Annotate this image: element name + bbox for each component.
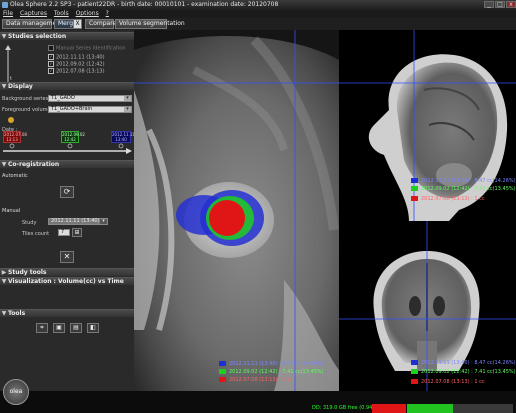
legend-main-item-3: 2012.07.08 (13:13) : 1 cc [219,377,293,383]
merge-close-button[interactable]: X [73,19,82,29]
green-swatch-icon [219,369,226,374]
foreground-volume-select[interactable]: T1_GADO+Brain ▾ [48,106,132,113]
close-button[interactable]: x [506,1,516,8]
crop-icon: ⌗ [40,324,44,331]
coronal-viewer[interactable]: 2012.11.11 (13:40) : 8.47 cc(14.26%) 201… [339,221,516,391]
green-swatch-icon [411,186,418,191]
maximize-button[interactable]: □ [495,1,505,8]
volume-segmentation-tab[interactable]: Volume segmentation [115,19,185,29]
tools-header[interactable]: ▼ Tools [0,309,134,317]
app-icon [2,2,8,8]
red-swatch-icon [411,379,418,384]
study-label: Study [22,220,37,226]
window-title: Olea Sphere 2.2 SP3 - patient22DR - birt… [10,1,279,8]
chevron-down-icon: ▾ [100,219,107,224]
status-bar: olea DD: 319.0 GB free (0.94 %) [0,379,516,413]
compare-tab[interactable]: Compare [85,19,116,29]
tiles-count-label: Tiles count [22,231,50,237]
chevron-down-icon: ▾ [124,96,131,101]
export-icon: ◧ [90,324,96,331]
minimize-button[interactable]: _ [484,1,494,8]
menu-captures[interactable]: Captures [20,10,47,18]
legend-bottom-item-1: 2012.11.11 (13:40) : 8.47 cc(14.26%) [411,360,516,366]
blue-swatch-icon [219,361,226,366]
red-swatch-icon [219,377,226,382]
studies-selection-header[interactable]: ▼ Studies selection [0,32,134,40]
timeline-arrow-icon [3,143,132,154]
time-axis-icon: t [5,45,12,82]
left-panel: ▼ Studies selection t Manual Series Ident… [0,30,134,391]
status-indicator-red [372,404,406,413]
olea-logo-icon: olea [3,379,29,405]
refresh-icon: ⟳ [63,187,71,196]
tool-layout-button[interactable]: ▣ [53,323,65,333]
background-series-select[interactable]: T1_GADO ▾ [48,95,132,102]
background-series-label: Background series [2,96,49,102]
legend-bottom-item-3: 2012.07.08 (13:13) : 1 cc [411,379,485,385]
study-checkbox-3[interactable]: ✓ 2012.07.08 (13:13) [48,68,105,75]
study-checkbox-2[interactable]: ✓ 2012.09.02 (12:42) [48,61,105,68]
sagittal-viewer[interactable]: 2012.11.11 (13:40) : 8.47 cc(14.26%) 201… [339,30,516,221]
legend-top-item-3: 2012.07.08 (13:13) : 1 cc [411,196,485,202]
auto-coregister-button[interactable]: ⟳ [60,186,74,198]
manual-label: Manual [2,208,21,214]
date-marker-3[interactable]: 2012.11.11 13:40 [111,131,134,143]
chevron-down-icon: ▾ [124,107,131,112]
tool-capture-button[interactable]: ▤ [70,323,82,333]
coregistration-header[interactable]: ▼ Co-registration [0,160,134,168]
menu-tools[interactable]: Tools [54,10,69,18]
legend-main-item-1: 2012.11.11 (13:40) : 8.47 cc(14.26%) [219,361,324,367]
legend-top-item-1: 2012.11.11 (13:40) : 8.47 cc(14.26%) [411,178,516,184]
menu-file[interactable]: File [3,10,13,18]
collapse-arrow-icon: ▼ [1,33,7,40]
layout-icon: ▣ [56,324,62,331]
status-indicator-gray [453,404,513,413]
display-header[interactable]: ▼ Display [0,82,134,90]
date-marker-2[interactable]: 2012.09.02 12:42 [61,131,85,143]
close-icon: ✕ [63,252,71,261]
sagittal-image [339,30,516,221]
menu-options[interactable]: Options [76,10,99,18]
red-swatch-icon [411,196,418,201]
data-management-tab[interactable]: Data management [2,19,62,29]
study-select[interactable]: 2012.11.11 (13:40) ▾ [48,218,108,225]
foreground-volume-label: Foreground volume [2,107,51,113]
automatic-label: Automatic [2,173,28,179]
study-checkbox-1[interactable]: ✓ 2012.11.11 (13:40) [48,54,105,61]
manual-identification-checkbox[interactable]: Manual Series Identification [48,45,126,52]
expand-arrow-icon: ▶ [1,269,7,276]
app-window: Olea Sphere 2.2 SP3 - patient22DR - birt… [0,0,516,413]
status-indicator-green [407,404,453,413]
apply-tiles-button[interactable]: ⊞ [72,228,82,237]
collapse-arrow-icon: ▼ [1,161,7,168]
collapse-arrow-icon: ▼ [1,310,7,317]
legend-main-item-2: 2012.09.02 (12:42) : 7.41 cc(13.45%) [219,369,324,375]
collapse-arrow-icon: ▼ [1,278,7,285]
legend-bottom-item-2: 2012.09.02 (12:42) : 7.41 cc(13.45%) [411,369,516,375]
opacity-slider-handle[interactable] [8,117,14,123]
tiles-count-field[interactable]: 7 [58,229,70,236]
tool-crop-button[interactable]: ⌗ [36,323,48,333]
reset-coregistration-button[interactable]: ✕ [60,251,74,263]
axial-image [134,30,339,391]
menu-help[interactable]: ? [106,10,109,18]
title-bar: Olea Sphere 2.2 SP3 - patient22DR - birt… [0,0,516,10]
legend-top-item-2: 2012.09.02 (12:42) : 7.41 cc(13.45%) [411,186,516,192]
blue-swatch-icon [411,360,418,365]
capture-icon: ▤ [73,324,79,331]
blue-swatch-icon [411,178,418,183]
tool-export-button[interactable]: ◧ [87,323,99,333]
grid-icon: ⊞ [74,229,80,236]
disk-space-status: DD: 319.0 GB free (0.94 %) [312,405,381,411]
axial-viewer[interactable]: 2012.11.11 (13:40) : 8.47 cc(14.26%) 201… [134,30,339,391]
green-swatch-icon [411,369,418,374]
collapse-arrow-icon: ▼ [1,83,7,90]
visualization-header[interactable]: ▼ Visualization : Volume(cc) vs Time [0,277,134,285]
study-tools-header[interactable]: ▶ Study tools [0,268,134,276]
date-marker-1[interactable]: 2012.07.08 13:13 [3,131,27,143]
menu-bar: File Captures Tools Options ? [0,10,516,18]
